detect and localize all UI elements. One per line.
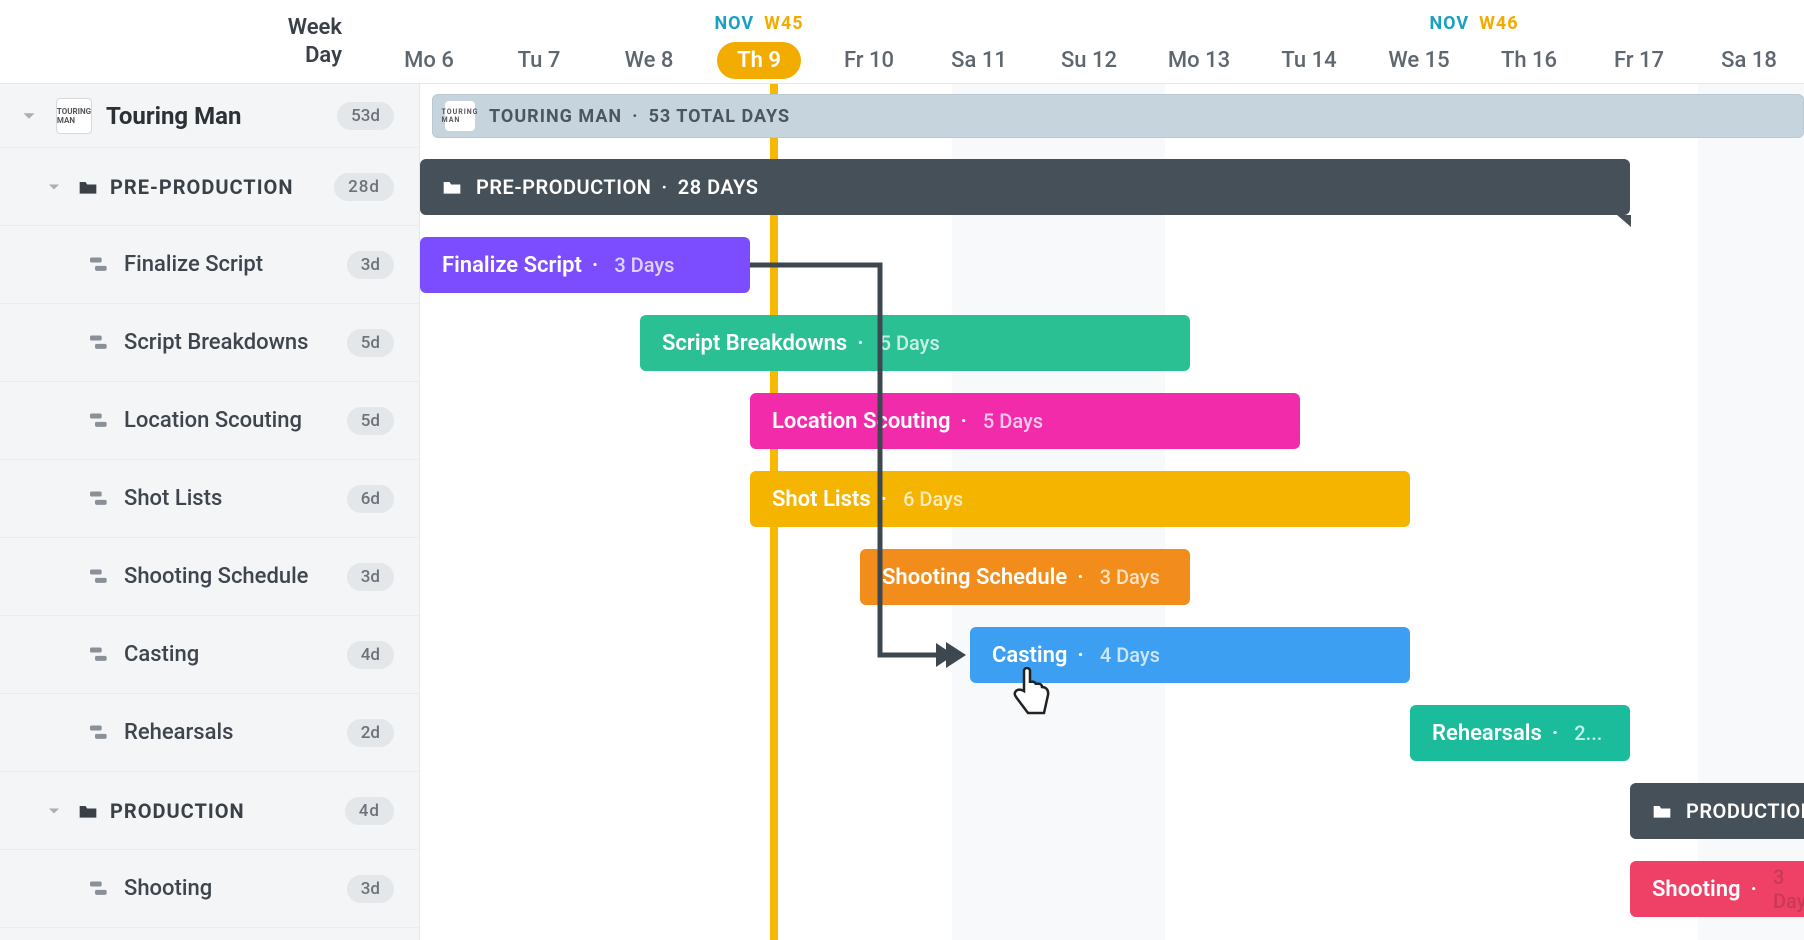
- sidebar-task-row[interactable]: Rehearsals 2d: [0, 694, 419, 772]
- gantt-task-bar[interactable]: Location Scouting·5 Days: [750, 393, 1300, 449]
- sidebar-group-row[interactable]: PRE-PRODUCTION 28d: [0, 148, 419, 226]
- day-cell[interactable]: We 8: [594, 48, 704, 73]
- folder-icon: [78, 802, 98, 820]
- cursor-icon: [1010, 667, 1054, 711]
- project-name: Touring Man: [106, 102, 241, 130]
- folder-icon: [1652, 802, 1672, 820]
- granularity-day-label: Day: [305, 42, 342, 70]
- task-icon: [90, 569, 110, 585]
- task-duration-badge: 3d: [347, 875, 394, 903]
- task-icon: [90, 647, 110, 663]
- gantt-project-summary[interactable]: TOURING MAN TOURING MAN·53 TOTAL DAYS: [432, 94, 1804, 138]
- sidebar-task-label: Shooting: [124, 876, 212, 901]
- sidebar-task-label: Shooting Schedule: [124, 564, 308, 589]
- task-icon: [90, 881, 110, 897]
- day-cell[interactable]: Fr 17: [1584, 48, 1694, 73]
- day-cell[interactable]: Mo 6: [374, 48, 484, 73]
- task-duration-badge: 3d: [347, 563, 394, 591]
- gantt-chart[interactable]: TOURING MAN TOURING MAN·53 TOTAL DAYS PR…: [420, 84, 1804, 940]
- chevron-down-icon[interactable]: [44, 177, 64, 197]
- task-icon: [90, 413, 110, 429]
- task-duration-badge: 2d: [347, 719, 394, 747]
- task-duration-badge: 6d: [347, 485, 394, 513]
- day-cell[interactable]: Mo 13: [1144, 48, 1254, 73]
- gantt-task-bar[interactable]: Finalize Script·3 Days: [420, 237, 750, 293]
- chevron-down-icon[interactable]: [44, 801, 64, 821]
- sidebar-task-label: Location Scouting: [124, 408, 302, 433]
- day-cell[interactable]: We 15: [1364, 48, 1474, 73]
- sidebar-group-label: PRODUCTION: [110, 799, 245, 823]
- folder-icon: [78, 178, 98, 196]
- day-cell[interactable]: Sa 18: [1694, 48, 1804, 73]
- task-duration-badge: 5d: [347, 407, 394, 435]
- day-cell[interactable]: Su 12: [1034, 48, 1144, 73]
- day-cell[interactable]: Th 9: [704, 42, 814, 79]
- sidebar: TOURING MAN Touring Man 53d PRE-PRODUCTI…: [0, 84, 420, 940]
- sidebar-task-row[interactable]: Location Scouting 5d: [0, 382, 419, 460]
- project-thumbnail: TOURING MAN: [56, 98, 92, 134]
- task-icon: [90, 491, 110, 507]
- sidebar-group-row[interactable]: PRODUCTION 4d: [0, 772, 419, 850]
- gantt-task-bar[interactable]: Shooting Schedule·3 Days: [860, 549, 1190, 605]
- gantt-task-bar[interactable]: Shot Lists·6 Days: [750, 471, 1410, 527]
- sidebar-task-label: Rehearsals: [124, 720, 233, 745]
- week-label: NOVW45: [374, 10, 1144, 38]
- folder-icon: [442, 178, 462, 196]
- task-duration-badge: 5d: [347, 329, 394, 357]
- granularity-labels: Week Day: [0, 0, 374, 83]
- group-duration-badge: 4d: [345, 797, 394, 825]
- gantt-group-bar[interactable]: PRE-PRODUCTION·28 DAYS: [420, 159, 1630, 215]
- week-label: NOVW46: [1144, 10, 1804, 38]
- sidebar-task-row[interactable]: Casting 4d: [0, 616, 419, 694]
- sidebar-task-label: Script Breakdowns: [124, 330, 309, 355]
- task-duration-badge: 4d: [347, 641, 394, 669]
- granularity-week-label: Week: [288, 14, 342, 42]
- chevron-down-icon[interactable]: [18, 105, 40, 127]
- gantt-group-bar[interactable]: PRODUCTION·4 DAYS: [1630, 783, 1804, 839]
- gantt-task-bar[interactable]: Shooting·3 Days: [1630, 861, 1804, 917]
- weeks-row: NOVW45NOVW46: [374, 10, 1804, 38]
- task-icon: [90, 335, 110, 351]
- task-icon: [90, 257, 110, 273]
- day-cell[interactable]: Sa 11: [924, 48, 1034, 73]
- gantt-task-bar[interactable]: Script Breakdowns·5 Days: [640, 315, 1190, 371]
- sidebar-task-label: Shot Lists: [124, 486, 222, 511]
- days-row: Mo 6Tu 7We 8Th 9Fr 10Sa 11Su 12Mo 13Tu 1…: [374, 38, 1804, 83]
- sidebar-task-row[interactable]: Finalize Script 3d: [0, 226, 419, 304]
- sidebar-task-row[interactable]: Shooting Schedule 3d: [0, 538, 419, 616]
- day-cell[interactable]: Tu 14: [1254, 48, 1364, 73]
- sidebar-task-label: Casting: [124, 642, 199, 667]
- group-duration-badge: 28d: [334, 173, 394, 201]
- sidebar-group-label: PRE-PRODUCTION: [110, 175, 293, 199]
- sidebar-task-row[interactable]: Shooting 3d: [0, 850, 419, 928]
- day-cell[interactable]: Tu 7: [484, 48, 594, 73]
- sidebar-task-row[interactable]: Script Breakdowns 5d: [0, 304, 419, 382]
- day-cell[interactable]: Th 16: [1474, 48, 1584, 73]
- sidebar-task-row[interactable]: Shot Lists 6d: [0, 460, 419, 538]
- day-cell[interactable]: Fr 10: [814, 48, 924, 73]
- sidebar-task-label: Finalize Script: [124, 252, 263, 277]
- task-duration-badge: 3d: [347, 251, 394, 279]
- sidebar-project-row[interactable]: TOURING MAN Touring Man 53d: [0, 84, 419, 148]
- timeline-header: Week Day NOVW45NOVW46 Mo 6Tu 7We 8Th 9Fr…: [0, 0, 1804, 84]
- gantt-task-bar[interactable]: Rehearsals·2...: [1410, 705, 1630, 761]
- task-icon: [90, 725, 110, 741]
- project-duration-badge: 53d: [337, 102, 394, 130]
